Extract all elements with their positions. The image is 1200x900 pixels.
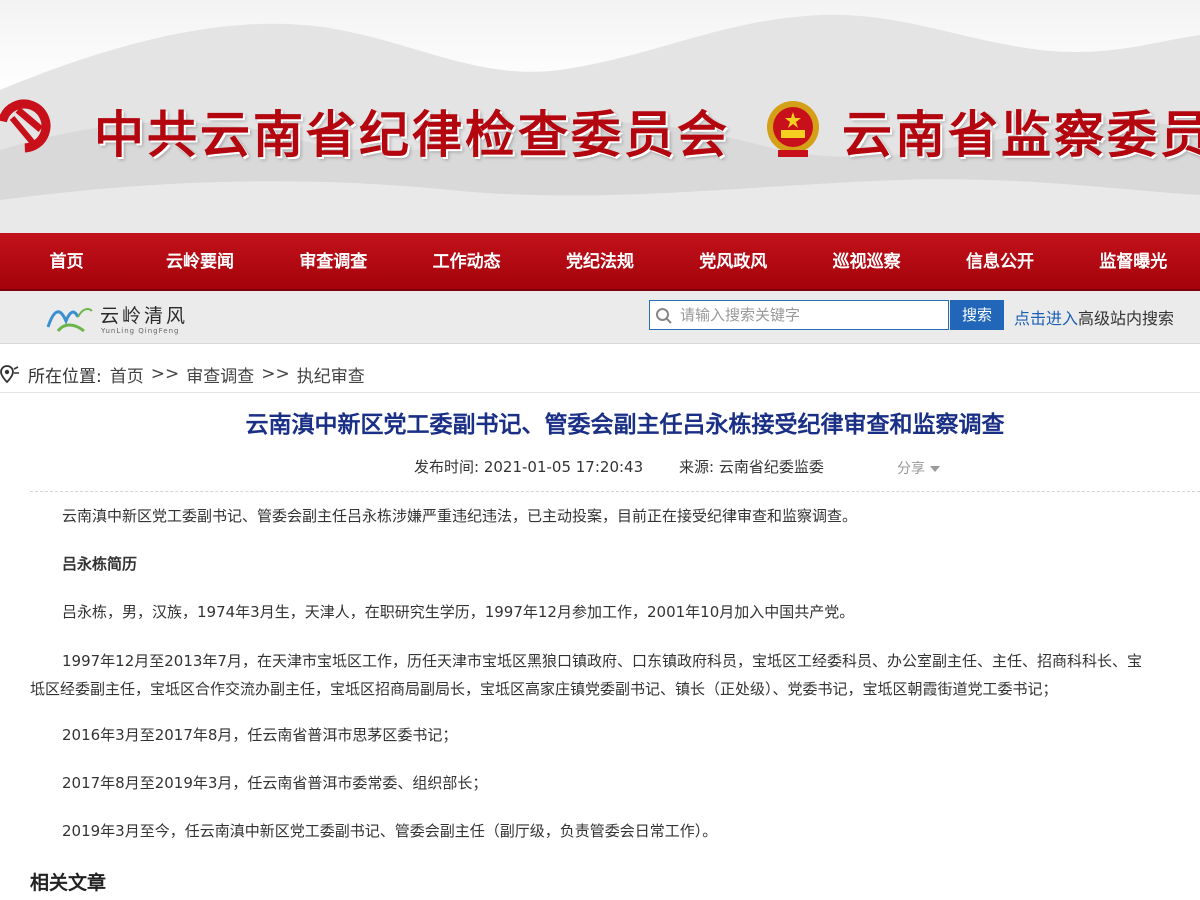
article-paragraph: 云南滇中新区党工委副书记、管委会副主任吕永栋涉嫌严重违纪违法，已主动投案，目前正… <box>62 507 858 525</box>
nav-item-conduct[interactable]: 党风政风 <box>667 233 800 289</box>
logo-subtext: YunLing QingFeng <box>101 327 180 335</box>
divider <box>0 392 1200 393</box>
search-icon <box>656 308 672 324</box>
article-source: 来源: 云南省纪委监委 <box>679 458 824 476</box>
nav-item-exposure[interactable]: 监督曝光 <box>1067 233 1200 289</box>
nav-item-regulations[interactable]: 党纪法规 <box>533 233 666 289</box>
logo-mountain-icon <box>46 308 93 333</box>
article-paragraph: 1997年12月至2013年7月，在天津市宝坻区工作，历任天津市宝坻区黑狼口镇政… <box>62 652 1142 670</box>
publish-time: 发布时间: 2021-01-05 17:20:43 <box>414 458 644 476</box>
resume-heading: 吕永栋简历 <box>62 555 138 573</box>
advanced-search-link[interactable]: 点击进入 <box>1014 309 1078 328</box>
article-paragraph-continued: 坻区经委副主任，宝坻区合作交流办副主任，宝坻区招商局副局长，宝坻区高家庄镇党委副… <box>30 680 1058 698</box>
article-title: 云南滇中新区党工委副书记、管委会副主任吕永栋接受纪律审查和监察调查 <box>245 412 1005 438</box>
banner-title-left: 中共云南省纪律检查委员会 <box>94 105 730 164</box>
advanced-search-label: 高级站内搜索 <box>1078 309 1175 328</box>
breadcrumb-separator: >> <box>150 364 180 384</box>
nav-item-disclosure[interactable]: 信息公开 <box>933 233 1066 289</box>
search-button[interactable]: 搜索 <box>950 300 1004 330</box>
nav-item-inspection[interactable]: 巡视巡察 <box>800 233 933 289</box>
main-nav: 首页 云岭要闻 审查调查 工作动态 党纪法规 党风政风 巡视巡察 信息公开 监督… <box>0 233 1200 291</box>
breadcrumb-label: 所在位置: <box>28 366 102 387</box>
search-box <box>649 300 949 330</box>
share-label: 分享 <box>897 461 925 477</box>
article-paragraph: 2017年8月至2019年3月，任云南省普洱市委常委、组织部长； <box>62 774 488 792</box>
nav-item-work-updates[interactable]: 工作动态 <box>400 233 533 289</box>
site-logo[interactable]: 云岭清风 YunLing QingFeng <box>44 297 204 339</box>
article-paragraph: 吕永栋，男，汉族，1974年3月生，天津人，在职研究生学历，1997年12月参加… <box>62 603 855 621</box>
nav-item-home[interactable]: 首页 <box>0 233 133 289</box>
breadcrumb-discipline-review[interactable]: 执纪审查 <box>297 362 365 387</box>
national-emblem-icon <box>767 101 819 157</box>
chevron-down-icon <box>930 466 940 472</box>
logo-text: 云岭清风 <box>100 305 189 327</box>
nav-item-investigation[interactable]: 审查调查 <box>267 233 400 289</box>
search-input[interactable] <box>680 301 940 329</box>
breadcrumb: 所在位置: 首页 >> 审查调查 >> 执纪审查 <box>0 362 365 387</box>
article-paragraph: 2016年3月至2017年8月，任云南省普洱市思茅区委书记； <box>62 726 458 744</box>
sub-bar: 云岭清风 YunLing QingFeng 搜索 点击进入高级站内搜索 <box>0 291 1200 344</box>
article-paragraph: 2019年3月至今，任云南滇中新区党工委副书记、管委会副主任（副厅级，负责管委会… <box>62 822 718 840</box>
breadcrumb-separator: >> <box>261 364 290 384</box>
advanced-search: 点击进入高级站内搜索 <box>1014 305 1174 329</box>
divider <box>30 491 1200 492</box>
breadcrumb-home[interactable]: 首页 <box>110 362 144 387</box>
share-dropdown[interactable]: 分享 <box>897 458 940 478</box>
nav-item-news[interactable]: 云岭要闻 <box>133 233 266 289</box>
header-banner: 中共云南省纪律检查委员会 云南省监察委员会 <box>0 0 1200 233</box>
party-emblem-icon <box>0 99 51 153</box>
breadcrumb-investigation[interactable]: 审查调查 <box>186 362 254 387</box>
location-pin-icon <box>0 365 19 384</box>
banner-title-right: 云南省监察委员会 <box>842 105 1200 164</box>
related-articles-heading: 相关文章 <box>30 872 107 894</box>
